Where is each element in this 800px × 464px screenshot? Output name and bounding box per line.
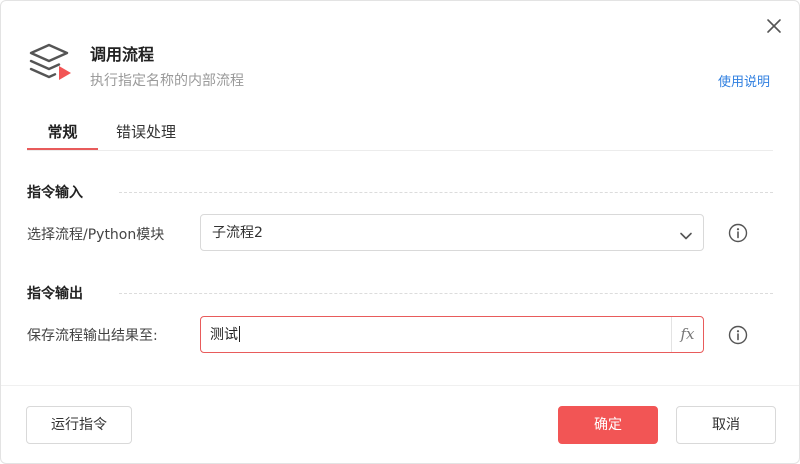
flow-select-value: 子流程2 (212, 225, 263, 241)
fx-expression-button[interactable]: fx (671, 317, 703, 352)
close-icon[interactable] (764, 16, 784, 36)
tab-bar: 常规 错误处理 (27, 119, 773, 151)
call-flow-dialog: 调用流程 执行指定名称的内部流程 使用说明 常规 错误处理 指令输入 选择流程/… (0, 0, 800, 464)
save-output-label: 保存流程输出结果至: (27, 328, 158, 344)
output-variable-input[interactable]: 测试 fx (200, 316, 704, 353)
info-icon[interactable] (728, 325, 748, 345)
cancel-button[interactable]: 取消 (676, 406, 776, 444)
footer-divider (1, 385, 799, 386)
flow-select[interactable]: 子流程2 (200, 214, 704, 251)
layers-play-icon (29, 43, 73, 85)
dialog-title: 调用流程 (90, 45, 155, 64)
input-section-heading: 指令输入 (27, 185, 83, 201)
tab-error-handling[interactable]: 错误处理 (116, 119, 176, 150)
run-command-button[interactable]: 运行指令 (26, 406, 132, 444)
info-icon[interactable] (728, 223, 748, 243)
dialog-subtitle: 执行指定名称的内部流程 (90, 73, 244, 89)
select-flow-label: 选择流程/Python模块 (27, 227, 165, 243)
output-section-divider (119, 293, 773, 294)
tab-general[interactable]: 常规 (27, 119, 98, 150)
output-section-heading: 指令输出 (27, 286, 83, 302)
output-variable-value: 测试 (210, 326, 240, 343)
chevron-down-icon (679, 227, 693, 240)
confirm-button[interactable]: 确定 (558, 406, 658, 444)
input-section-divider (119, 192, 773, 193)
help-link[interactable]: 使用说明 (718, 74, 770, 92)
